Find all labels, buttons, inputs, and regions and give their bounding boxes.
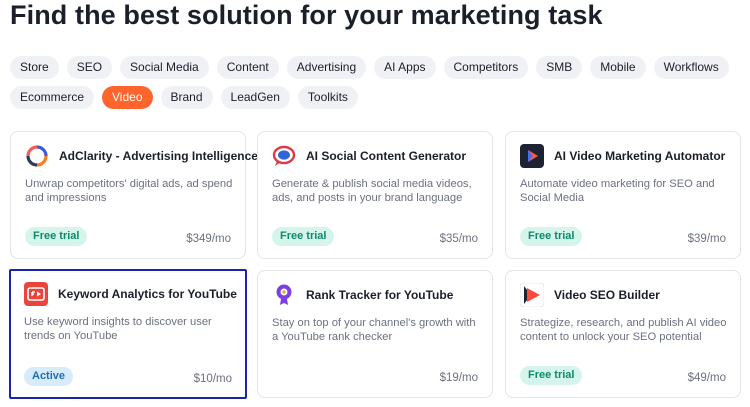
filter-chip-brand[interactable]: Brand (160, 86, 213, 109)
app-card-adclarity[interactable]: AdClarity - Advertising Intelligence Unw… (10, 131, 258, 259)
free-trial-badge: Free trial (25, 227, 88, 246)
filter-chip-smb[interactable]: SMB (536, 56, 583, 79)
active-badge: Active (24, 367, 74, 386)
filter-row-1: Store SEO Social Media Content Advertisi… (10, 56, 729, 79)
card-header: Video SEO Builder (520, 283, 660, 307)
card-description: Unwrap competitors' digital ads, ad spen… (25, 178, 233, 204)
card-title: AdClarity - Advertising Intelligence (59, 149, 258, 163)
card-description: Automate video marketing for SEO and Soc… (520, 178, 715, 204)
free-trial-badge: Free trial (520, 366, 583, 385)
card-price: $10/mo (193, 373, 232, 385)
social-content-icon (272, 144, 296, 168)
card-price: $19/mo (439, 372, 478, 384)
filter-chip-social-media[interactable]: Social Media (120, 56, 209, 79)
free-trial-badge: Free trial (520, 227, 583, 246)
filter-row-2: Ecommerce Video Brand LeadGen Toolkits (10, 86, 358, 109)
card-price: $39/mo (687, 233, 726, 245)
card-header: Rank Tracker for YouTube (272, 283, 453, 307)
card-description: Strategize, research, and publish AI vid… (520, 317, 727, 343)
video-seo-icon (520, 283, 544, 307)
filter-chip-ecommerce[interactable]: Ecommerce (10, 86, 95, 109)
filter-chip-store[interactable]: Store (10, 56, 59, 79)
card-description: Generate & publish social media videos, … (272, 178, 472, 204)
app-card-keyword-analytics-youtube[interactable]: Keyword Analytics for YouTube Use keywor… (9, 269, 247, 399)
card-description: Stay on top of your channel's growth wit… (272, 317, 476, 343)
app-card-video-seo-builder[interactable]: Video SEO Builder Strategize, research, … (505, 270, 741, 398)
filter-chip-ai-apps[interactable]: AI Apps (374, 56, 436, 79)
filter-chip-toolkits[interactable]: Toolkits (297, 86, 358, 109)
filter-chip-advertising[interactable]: Advertising (286, 56, 367, 79)
filter-chip-workflows[interactable]: Workflows (653, 56, 729, 79)
card-description: Use keyword insights to discover user tr… (24, 316, 212, 342)
adclarity-icon (25, 144, 49, 168)
card-title: Keyword Analytics for YouTube (58, 287, 237, 301)
app-card-ai-video-marketing-automator[interactable]: AI Video Marketing Automator Automate vi… (505, 131, 741, 259)
card-header: AdClarity - Advertising Intelligence (25, 144, 258, 168)
card-price: $35/mo (439, 233, 478, 245)
card-title: Video SEO Builder (554, 288, 660, 302)
filter-chip-leadgen[interactable]: LeadGen (220, 86, 290, 109)
app-card-rank-tracker-youtube[interactable]: Rank Tracker for YouTube Stay on top of … (257, 270, 493, 398)
page-title: Find the best solution for your marketin… (10, 0, 603, 30)
youtube-keyword-icon (24, 282, 48, 306)
card-title: AI Social Content Generator (306, 149, 467, 163)
app-card-ai-social-content-generator[interactable]: AI Social Content Generator Generate & p… (257, 131, 493, 259)
card-header: AI Video Marketing Automator (520, 144, 725, 168)
filter-chip-competitors[interactable]: Competitors (443, 56, 529, 79)
filter-chip-video[interactable]: Video (102, 86, 153, 109)
free-trial-badge: Free trial (272, 227, 335, 246)
filter-chip-mobile[interactable]: Mobile (590, 56, 646, 79)
card-title: Rank Tracker for YouTube (306, 288, 454, 302)
card-price: $49/mo (687, 372, 726, 384)
card-header: Keyword Analytics for YouTube (24, 282, 237, 306)
filter-chip-seo[interactable]: SEO (66, 56, 113, 79)
card-header: AI Social Content Generator (272, 144, 466, 168)
card-title: AI Video Marketing Automator (554, 149, 726, 163)
video-automator-icon (520, 144, 544, 168)
filter-chip-content[interactable]: Content (216, 56, 279, 79)
rank-tracker-icon (272, 283, 296, 307)
card-price: $349/mo (186, 233, 231, 245)
